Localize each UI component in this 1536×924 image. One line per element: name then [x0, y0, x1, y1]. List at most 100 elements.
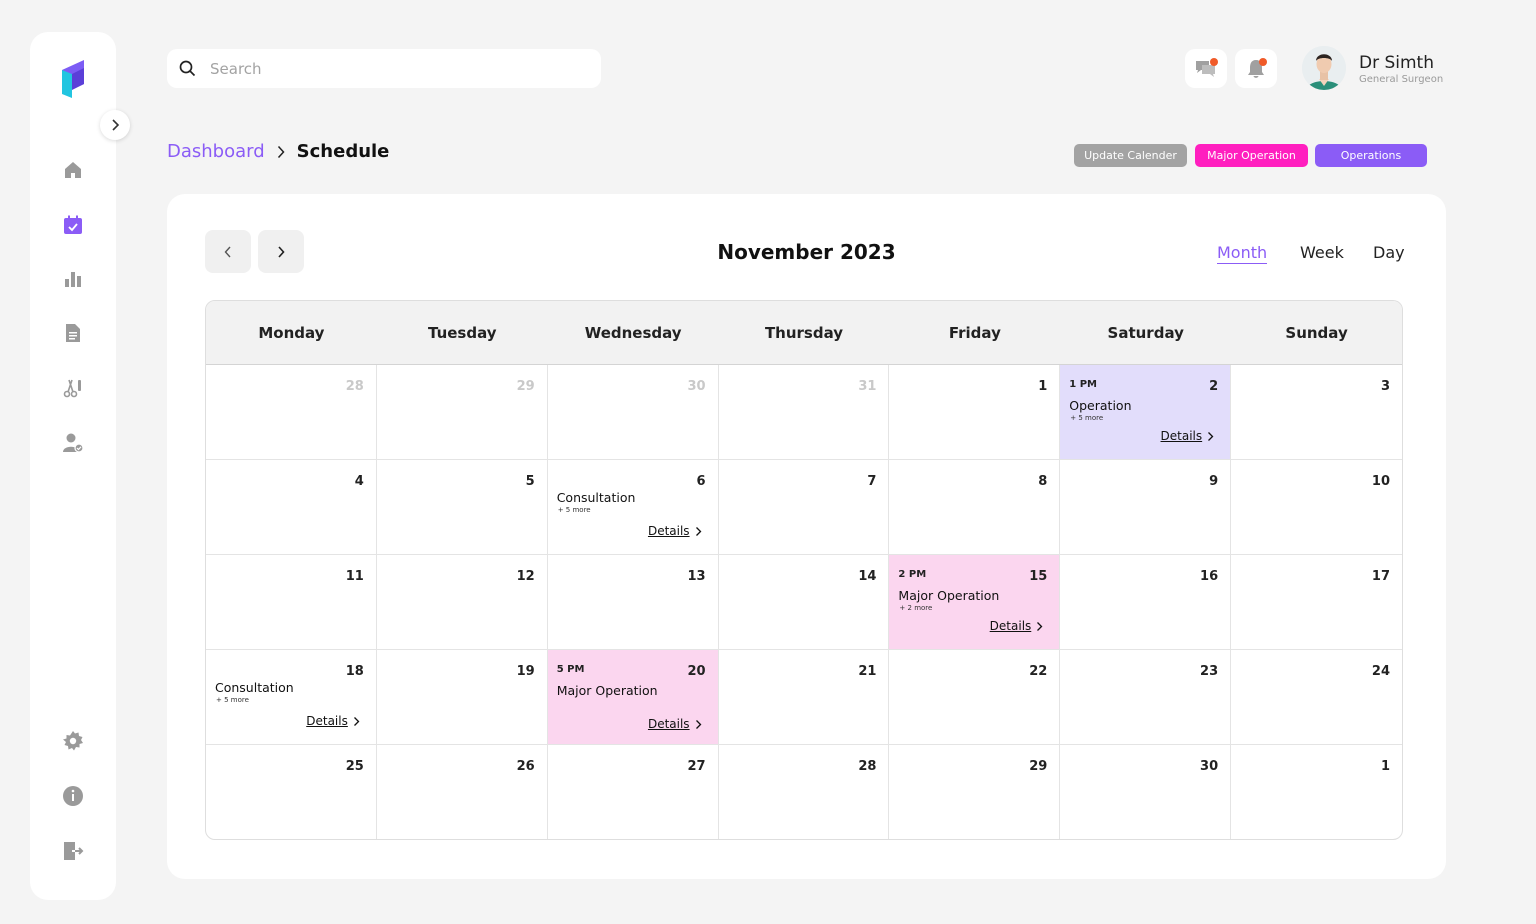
- event-more-count[interactable]: + 5 more: [216, 696, 249, 704]
- day-number: 31: [858, 379, 877, 394]
- chevron-right-icon: [1037, 621, 1043, 631]
- update-calendar-button[interactable]: Update Calender: [1074, 144, 1187, 167]
- sidebar-collapse-button[interactable]: [100, 110, 130, 140]
- calendar-day-cell[interactable]: 25: [206, 745, 377, 839]
- calendar-day-cell[interactable]: 12: [376, 555, 548, 650]
- calendar-day-cell[interactable]: 16: [1060, 555, 1232, 650]
- tab-month[interactable]: Month: [1217, 243, 1268, 264]
- day-number: 6: [696, 474, 706, 489]
- calendar-card: November 2023 Month Week Day Monday Tues…: [167, 194, 1446, 879]
- calendar-day-cell[interactable]: 2 1 PM Operation + 5 more Details: [1060, 365, 1232, 460]
- scissors-icon: [63, 379, 81, 398]
- messages-button[interactable]: [1185, 49, 1227, 88]
- calendar-day-cell[interactable]: 31: [718, 365, 890, 460]
- calendar-day-cell[interactable]: 6 Consultation + 5 more Details: [547, 460, 719, 555]
- calendar-days: 28 29 30 31 1 2 1 PM Operation + 5 more Details 3 4…: [206, 365, 1402, 839]
- calendar-day-cell[interactable]: 27: [548, 745, 719, 839]
- calendar-day-cell[interactable]: 28: [206, 365, 377, 460]
- day-number: 8: [1038, 474, 1048, 489]
- calendar-day-cell[interactable]: 18 Consultation + 5 more Details: [206, 650, 377, 745]
- sidebar-item-logout[interactable]: [61, 839, 85, 863]
- day-number: 24: [1371, 664, 1390, 679]
- calendar-day-cell[interactable]: 15 2 PM Major Operation + 2 more Details: [889, 555, 1061, 650]
- sidebar: [30, 32, 130, 900]
- day-number: 29: [1029, 759, 1048, 774]
- calendar-day-cell[interactable]: 13: [547, 555, 719, 650]
- calendar-day-cell[interactable]: 1: [1231, 745, 1402, 839]
- calendar-day-cell[interactable]: 3: [1231, 365, 1402, 460]
- chevron-right-icon: [695, 719, 701, 729]
- calendar-day-cell[interactable]: 26: [377, 745, 548, 839]
- avatar[interactable]: [1302, 46, 1346, 90]
- weekday-label: Saturday: [1107, 323, 1184, 342]
- event-more-count[interactable]: + 5 more: [558, 506, 591, 514]
- event-more-count[interactable]: + 2 more: [899, 604, 932, 612]
- weekday-label: Friday: [948, 323, 1001, 342]
- calendar-day-cell[interactable]: 8: [889, 460, 1061, 555]
- chevron-right-icon: [1208, 431, 1214, 441]
- day-number: 25: [345, 759, 364, 774]
- sidebar-item-schedule[interactable]: [61, 213, 85, 237]
- day-number: 12: [516, 569, 535, 584]
- calendar-day-cell[interactable]: 23: [1060, 650, 1232, 745]
- weekday-label: Sunday: [1285, 323, 1348, 342]
- day-number: 28: [858, 759, 877, 774]
- calendar-day-cell[interactable]: 11: [206, 555, 377, 650]
- calendar-day-cell[interactable]: 17: [1231, 555, 1402, 650]
- event-details-link[interactable]: Details: [648, 524, 702, 538]
- calendar-day-cell[interactable]: 1: [889, 365, 1061, 460]
- weekday-label: Tuesday: [428, 323, 497, 342]
- event-more-count[interactable]: + 5 more: [1070, 414, 1103, 422]
- day-number: 30: [1200, 759, 1219, 774]
- notifications-button[interactable]: [1235, 49, 1277, 88]
- major-operation-button[interactable]: Major Operation: [1195, 144, 1308, 167]
- calendar-day-cell[interactable]: 20 5 PM Major Operation Details: [547, 650, 719, 745]
- calendar-day-cell[interactable]: 21: [718, 650, 890, 745]
- calendar-day-cell[interactable]: 30: [1060, 745, 1232, 839]
- calendar-day-cell[interactable]: 22: [889, 650, 1061, 745]
- calendar-day-cell[interactable]: 10: [1231, 460, 1402, 555]
- breadcrumb-dashboard[interactable]: Dashboard: [167, 141, 265, 162]
- sidebar-item-home[interactable]: [61, 158, 85, 182]
- sidebar-item-patients[interactable]: [61, 431, 85, 455]
- day-number: 9: [1209, 474, 1219, 489]
- details-label: Details: [647, 524, 690, 538]
- sidebar-item-info[interactable]: [61, 784, 85, 808]
- day-number: 2: [1209, 379, 1219, 394]
- day-number: 19: [516, 664, 535, 679]
- chevron-right-icon: [112, 119, 120, 131]
- event-details-link[interactable]: Details: [1161, 429, 1215, 443]
- chat-icon: [1196, 57, 1218, 77]
- day-number: 17: [1371, 569, 1390, 584]
- tab-day[interactable]: Day: [1373, 243, 1405, 262]
- calendar-day-cell[interactable]: 14: [718, 555, 890, 650]
- calendar-day-cell[interactable]: 24: [1231, 650, 1402, 745]
- sidebar-item-documents[interactable]: [61, 321, 85, 345]
- event-details-link[interactable]: Details: [990, 619, 1044, 633]
- sidebar-item-analytics[interactable]: [61, 267, 85, 291]
- calendar-day-cell[interactable]: 29: [889, 745, 1061, 839]
- calendar-day-cell[interactable]: 30: [547, 365, 719, 460]
- calendar-day-cell[interactable]: 19: [376, 650, 548, 745]
- sidebar-item-settings[interactable]: [61, 729, 85, 753]
- day-number: 4: [354, 474, 364, 489]
- sidebar-item-surgery[interactable]: [61, 376, 85, 400]
- day-number: 30: [687, 379, 706, 394]
- calendar-day-cell[interactable]: 28: [719, 745, 890, 839]
- event-time: 1 PM: [1069, 379, 1098, 390]
- event-details-link[interactable]: Details: [648, 717, 702, 731]
- user-name: Dr Simth: [1359, 53, 1434, 73]
- calendar-day-cell[interactable]: 4: [206, 460, 377, 555]
- calendar-day-cell[interactable]: 29: [376, 365, 548, 460]
- search-input[interactable]: [210, 59, 570, 78]
- calendar-day-cell[interactable]: 7: [718, 460, 890, 555]
- brand-logo[interactable]: [60, 58, 88, 98]
- calendar-day-cell[interactable]: 9: [1060, 460, 1232, 555]
- calendar-check-icon: [64, 215, 82, 234]
- tab-week[interactable]: Week: [1300, 243, 1344, 262]
- logout-icon: [64, 842, 84, 860]
- operations-button[interactable]: Operations: [1315, 144, 1427, 167]
- calendar-day-cell[interactable]: 5: [376, 460, 548, 555]
- event-details-link[interactable]: Details: [306, 714, 360, 728]
- event-title: Major Operation: [556, 683, 658, 698]
